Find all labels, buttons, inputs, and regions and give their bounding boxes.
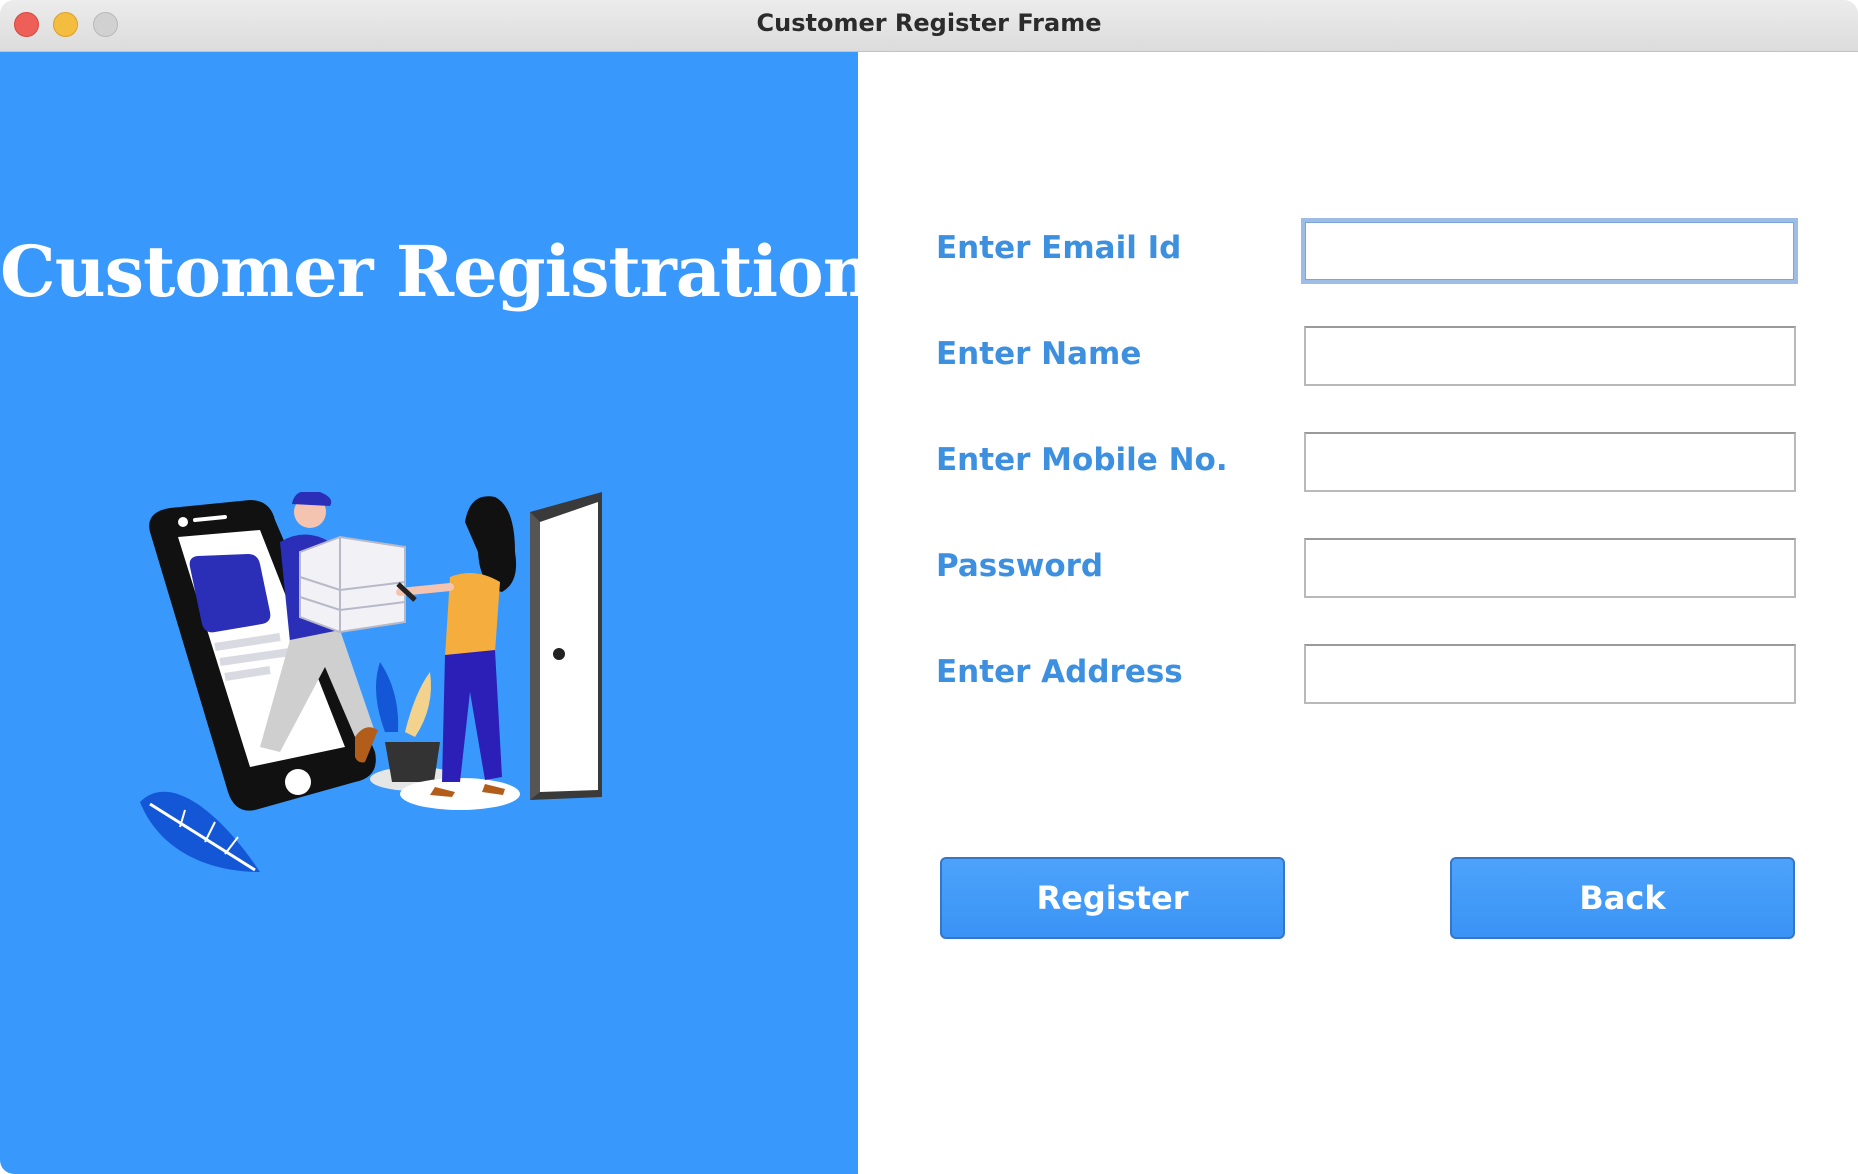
title-bar: Customer Register Frame — [0, 0, 1858, 52]
email-label: Enter Email Id — [936, 230, 1182, 266]
mobile-field[interactable] — [1304, 432, 1796, 492]
password-field[interactable] — [1304, 538, 1796, 598]
back-button[interactable]: Back — [1450, 857, 1795, 939]
package-boxes-icon — [299, 535, 406, 634]
register-button[interactable]: Register — [940, 857, 1285, 939]
name-label: Enter Name — [936, 336, 1142, 372]
address-field[interactable] — [1304, 644, 1796, 704]
email-field[interactable] — [1301, 218, 1798, 284]
left-banner-panel: Customer Registration — [0, 52, 874, 1174]
delivery-illustration — [140, 492, 602, 872]
window-title: Customer Register Frame — [756, 9, 1102, 37]
name-field[interactable] — [1304, 326, 1796, 386]
door-icon — [530, 492, 602, 800]
page-title: Customer Registration — [0, 230, 874, 313]
mobile-label: Enter Mobile No. — [936, 442, 1228, 478]
address-label: Enter Address — [936, 654, 1183, 690]
password-label: Password — [936, 548, 1104, 584]
app-window: Customer Register Frame Customer Registr… — [0, 0, 1858, 1174]
